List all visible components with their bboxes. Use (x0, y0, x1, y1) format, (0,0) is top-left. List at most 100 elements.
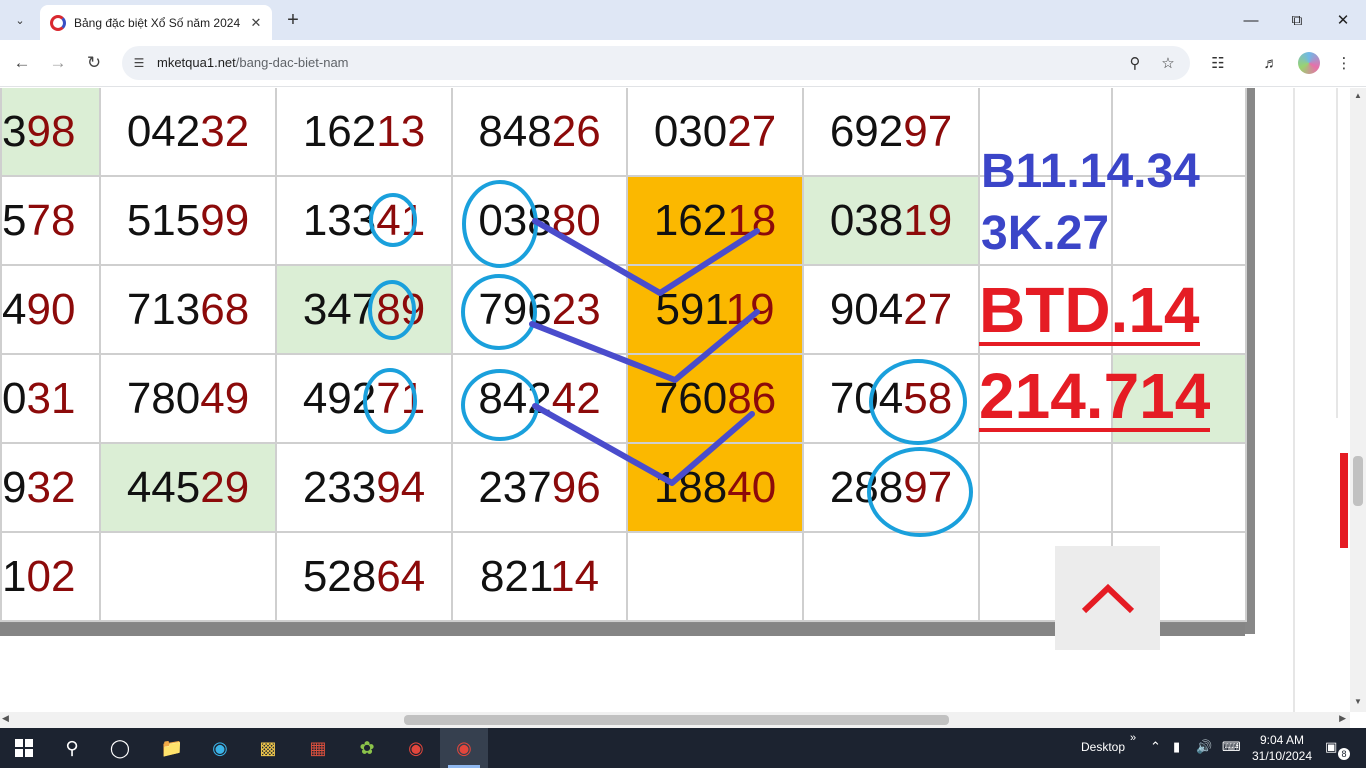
result-tail-digits: 32 (200, 106, 250, 156)
more-menu-icon[interactable]: ⋮ (1332, 51, 1356, 75)
vertical-scrollbar[interactable]: ▲ ▼ (1350, 88, 1366, 712)
result-cell: 03819 (802, 175, 980, 266)
tab-active[interactable]: Bảng đặc biệt Xổ Số năm 2024 ✕ (40, 5, 272, 40)
result-head-digits: 780 (126, 373, 201, 423)
result-cell: 03027 (626, 88, 804, 177)
system-clock[interactable]: 9:04 AM 31/10/2024 (1250, 732, 1314, 764)
result-tail-digits: 31 (26, 373, 76, 423)
toolbar-expand-icon[interactable]: » (1130, 732, 1136, 744)
result-head-digits: 848 (478, 106, 552, 156)
scroll-right-arrow-icon[interactable]: ▶ (1339, 713, 1346, 724)
tab-search-chevron-icon[interactable]: ⌄ (8, 8, 32, 32)
result-cell: 34789 (275, 264, 453, 355)
site-info-icon[interactable]: ☰ (130, 54, 148, 72)
volume-icon[interactable]: 🔊 (1196, 739, 1212, 755)
result-cell: 69297 (802, 88, 980, 177)
horizontal-scroll-thumb[interactable] (404, 715, 949, 725)
minimize-icon[interactable]: — (1228, 0, 1274, 40)
note-blue-line-1: B11.14.34 (981, 145, 1200, 198)
tab-close-icon[interactable]: ✕ (246, 13, 266, 33)
app-green-icon[interactable]: ✿ (343, 728, 391, 768)
close-window-icon[interactable]: ✕ (1320, 0, 1366, 40)
tab-title: Bảng đặc biệt Xổ Số năm 2024 (74, 15, 241, 30)
result-tail-digits: 71 (376, 373, 426, 423)
task-view-icon[interactable]: ◯ (96, 728, 144, 768)
result-cell: 16213 (275, 88, 453, 177)
new-tab-plus-icon[interactable]: + (282, 8, 304, 32)
result-tail-digits: 97 (903, 462, 953, 512)
zoom-icon[interactable]: ⚲ (1125, 53, 1145, 73)
table-row: 932 44529 23394 23796 18840 28897 (0, 442, 1247, 533)
result-head-digits: 162 (653, 195, 728, 245)
desktop-toolbar-label[interactable]: Desktop (1081, 740, 1125, 754)
media-control-icon[interactable]: ♬ (1259, 51, 1283, 75)
result-cell: 932 (0, 442, 101, 533)
result-head-digits: 133 (302, 195, 377, 245)
keyboard-icon[interactable]: ⌨ (1222, 739, 1241, 755)
result-head-digits: 760 (653, 373, 728, 423)
result-head-digits: 162 (302, 106, 377, 156)
result-head-digits: 3 (2, 106, 27, 156)
bookmark-star-icon[interactable]: ☆ (1158, 53, 1178, 73)
result-tail-digits: 78 (26, 195, 76, 245)
scroll-to-top-button[interactable] (1055, 546, 1160, 650)
result-cell (626, 531, 804, 622)
chrome-active-icon[interactable]: ◉ (440, 728, 488, 768)
result-head-digits: 904 (829, 284, 904, 334)
result-head-digits: 5 (2, 195, 27, 245)
search-icon[interactable]: ⚲ (48, 728, 96, 768)
restore-icon[interactable]: ⧉ (1274, 0, 1320, 40)
edge-browser-icon[interactable]: ◉ (196, 728, 244, 768)
horizontal-scrollbar[interactable]: ◀ ▶ (0, 712, 1350, 728)
site-favicon-icon (50, 14, 66, 31)
app-icon[interactable]: ▦ (294, 728, 342, 768)
extensions-puzzle-icon[interactable]: ☷ (1206, 51, 1230, 75)
back-arrow-icon[interactable]: ← (9, 50, 35, 76)
result-cell: 18840 (626, 442, 804, 533)
result-head-digits: 445 (126, 462, 201, 512)
result-head-digits: 233 (302, 462, 377, 512)
battery-icon[interactable]: ▮ (1173, 739, 1180, 755)
result-cell: 84826 (451, 88, 628, 177)
browser-toolbar: ← → ↻ ☰ mketqua1.net/bang-dac-biet-nam ⚲… (0, 40, 1366, 87)
result-tail-digits: 02 (26, 551, 76, 601)
file-explorer-icon[interactable]: 📁 (148, 728, 196, 768)
result-tail-digits: 18 (727, 195, 777, 245)
result-cell: 28897 (802, 442, 980, 533)
store-icon[interactable]: ▩ (244, 728, 292, 768)
start-windows-icon[interactable] (0, 728, 48, 768)
result-tail-digits: 19 (903, 195, 953, 245)
result-cell: 102 (0, 531, 101, 622)
result-head-digits: 030 (653, 106, 728, 156)
result-cell: 031 (0, 353, 101, 444)
address-bar[interactable]: ☰ mketqua1.net/bang-dac-biet-nam ⚲ ☆ (122, 46, 1190, 80)
result-cell: 51599 (99, 175, 277, 266)
result-head-digits: 528 (302, 551, 377, 601)
hidden-icons-chevron-icon[interactable]: ⌃ (1150, 739, 1161, 755)
chrome-icon[interactable]: ◉ (392, 728, 440, 768)
result-tail-digits: 64 (376, 551, 426, 601)
result-head-digits: 591 (655, 284, 726, 334)
result-cell: 16218 (626, 175, 804, 266)
browser-title-bar: ⌄ Bảng đặc biệt Xổ Số năm 2024 ✕ + — ⧉ ✕ (0, 0, 1366, 40)
scroll-down-arrow-icon[interactable]: ▼ (1350, 694, 1366, 708)
result-tail-digits: 32 (26, 462, 76, 512)
result-head-digits: 038 (478, 195, 552, 245)
result-cell: 44529 (99, 442, 277, 533)
result-cell: 03880 (451, 175, 628, 266)
forward-arrow-icon[interactable]: → (45, 50, 71, 76)
result-head-digits: 692 (829, 106, 904, 156)
result-cell: 13341 (275, 175, 453, 266)
vertical-scroll-thumb[interactable] (1353, 456, 1363, 506)
result-tail-digits: 14 (550, 551, 600, 601)
url-text[interactable]: mketqua1.net/bang-dac-biet-nam (157, 55, 349, 70)
notification-center-icon[interactable]: ▣ (1325, 739, 1337, 755)
scroll-up-arrow-icon[interactable]: ▲ (1350, 88, 1366, 102)
scroll-left-arrow-icon[interactable]: ◀ (2, 713, 9, 724)
result-cell: 78049 (99, 353, 277, 444)
profile-avatar[interactable] (1298, 52, 1320, 74)
result-cell: 76086 (626, 353, 804, 444)
result-tail-digits: 97 (903, 106, 953, 156)
reload-icon[interactable]: ↻ (81, 50, 107, 76)
result-head-digits: 188 (653, 462, 728, 512)
